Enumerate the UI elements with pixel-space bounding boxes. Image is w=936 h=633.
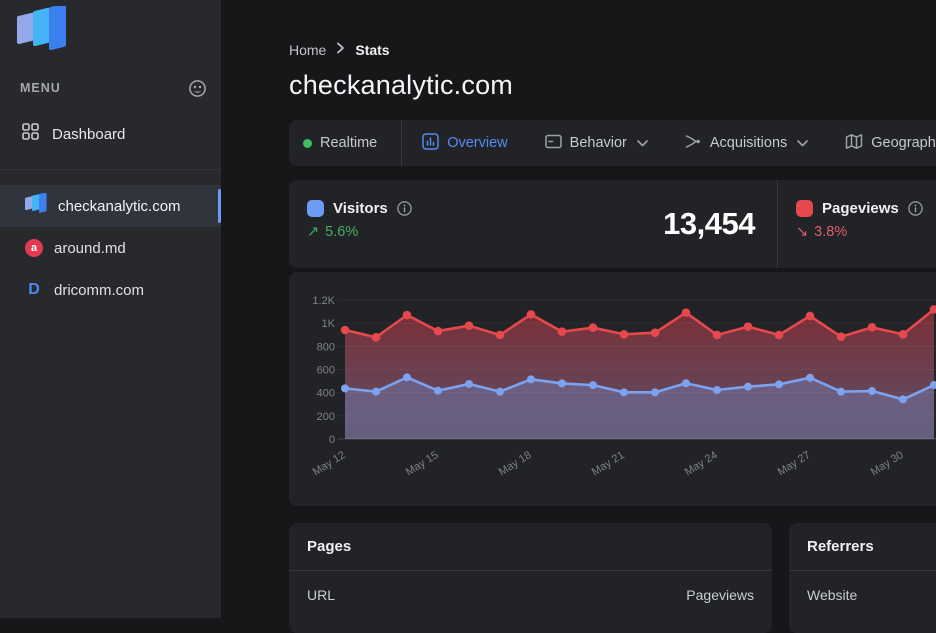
site-label: checkanalytic.com [58,198,181,215]
page-title: checkanalytic.com [289,70,513,101]
svg-text:1K: 1K [322,318,336,330]
stat-visitors: Visitors ↗ 5.6% 13,454 [289,180,777,268]
tab-label: Acquisitions [710,135,787,151]
pageviews-swatch-icon [796,200,813,217]
around-logo-icon: a [25,239,43,257]
svg-text:200: 200 [317,411,335,423]
tab-realtime[interactable]: Realtime [289,135,401,151]
trend-down-icon: ↘ [796,224,808,240]
main-content: Home Stats checkanalytic.com Realtime [289,0,936,618]
pages-panel: Pages URL Pageviews [289,523,772,633]
tab-label: Geography [871,135,936,151]
svg-text:800: 800 [317,341,335,353]
tab-geography[interactable]: Geography [845,133,936,154]
site-logo-icon [25,193,47,219]
column-header-pageviews: Pageviews [686,587,754,603]
visitors-swatch-icon [307,200,324,217]
svg-text:May 21: May 21 [590,449,627,478]
trend-value: 5.6% [325,224,358,240]
svg-text:May 18: May 18 [497,449,534,478]
sidebar-site-dricomm[interactable]: D dricomm.com [0,269,221,311]
svg-text:1.2K: 1.2K [312,295,335,307]
stats-summary: Visitors ↗ 5.6% 13,454 Pageviews [289,180,936,268]
dricomm-logo-icon: D [25,281,43,299]
svg-text:May 24: May 24 [683,449,720,478]
breadcrumb-home-link[interactable]: Home [289,42,326,58]
traffic-chart: 0 200 400 600 800 1K 1.2K May 12 May 15 May 18 May… [289,272,936,506]
info-icon[interactable] [908,201,923,216]
breadcrumb-current: Stats [355,42,389,58]
visitors-count: 13,454 [663,206,755,242]
referrers-panel-title: Referrers [789,523,936,571]
view-tabbar: Realtime Overview [289,120,936,166]
referrers-panel: Referrers Website [789,523,936,633]
chevron-down-icon [637,135,648,151]
sidebar-site-checkanalytic[interactable]: checkanalytic.com [0,185,221,227]
pages-panel-title: Pages [289,523,772,571]
emoji-face-icon[interactable] [188,79,207,98]
sidebar-divider [0,169,221,170]
tab-acquisitions[interactable]: Acquisitions [685,133,808,154]
site-label: dricomm.com [54,282,144,299]
tab-label: Behavior [570,135,627,151]
sidebar-site-around[interactable]: a around.md [0,227,221,269]
branch-icon [685,133,702,154]
svg-text:0: 0 [329,434,335,446]
sidebar-item-label: Dashboard [52,126,125,143]
svg-text:May 27: May 27 [776,449,813,478]
column-header-website: Website [807,587,857,603]
stat-label: Visitors [333,200,388,217]
bar-chart-icon [422,133,439,154]
pageviews-trend: ↘ 3.8% [796,224,936,240]
svg-text:400: 400 [317,388,335,400]
tab-label: Overview [447,135,507,151]
trend-value: 3.8% [814,224,847,240]
svg-text:May 30: May 30 [869,449,906,478]
stat-pageviews: Pageviews ↘ 3.8% [778,180,936,268]
app-logo-icon [17,6,67,57]
column-header-url: URL [307,587,335,603]
info-icon[interactable] [397,201,412,216]
detail-panels: Pages URL Pageviews Referrers Website [289,523,936,633]
svg-text:May 12: May 12 [311,449,348,478]
breadcrumb: Home Stats [289,41,390,59]
window-panel-icon [545,133,562,154]
map-icon [845,133,863,154]
live-dot-icon [303,139,312,148]
svg-text:May 15: May 15 [404,449,441,478]
tab-behavior[interactable]: Behavior [545,133,648,154]
svg-text:600: 600 [317,365,335,377]
menu-header: MENU [20,78,207,98]
menu-label: MENU [20,81,61,95]
sidebar: MENU Dashboard [0,0,221,618]
dashboard-grid-icon [22,123,39,145]
site-label: around.md [54,240,126,257]
tab-overview[interactable]: Overview [422,133,507,154]
active-indicator [218,189,221,223]
chevron-down-icon [797,135,808,151]
tab-label: Realtime [320,135,377,151]
breadcrumb-chevron-icon [336,41,345,59]
traffic-chart-card: 0 200 400 600 800 1K 1.2K May 12 May 15 May 18 May… [289,272,936,506]
stat-label: Pageviews [822,200,899,217]
sidebar-item-dashboard[interactable]: Dashboard [0,114,221,154]
trend-up-icon: ↗ [307,224,319,240]
